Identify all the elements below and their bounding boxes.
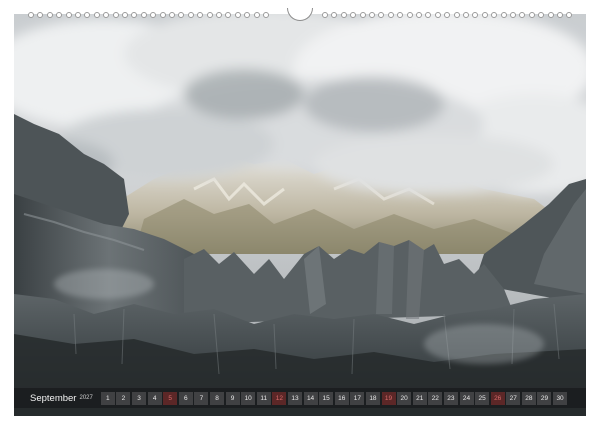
day-cell: 21 bbox=[412, 391, 427, 405]
month-label: September bbox=[30, 392, 77, 404]
day-cell: 11 bbox=[256, 391, 271, 405]
binding-hole-icon bbox=[65, 12, 72, 18]
binding-hole-icon bbox=[159, 12, 166, 18]
binding-hole-icon bbox=[510, 12, 516, 18]
day-cell: 19 bbox=[381, 391, 396, 405]
day-cell: 17 bbox=[350, 391, 365, 405]
binding-hole-icon bbox=[416, 12, 422, 18]
binding-hole-icon bbox=[187, 12, 194, 18]
day-cell: 22 bbox=[428, 391, 443, 405]
binding-hole-icon bbox=[244, 12, 251, 18]
binding-hole-icon bbox=[28, 12, 34, 18]
day-cell: 14 bbox=[303, 391, 318, 405]
calendar-strip: September 2027 1 2 3 4 5 6 7 8 9 10 11 12 13 14 15 16 17… bbox=[14, 388, 586, 408]
binding-hole-icon bbox=[472, 12, 479, 18]
binding-hole-icon bbox=[387, 12, 394, 18]
binding-hole-icon bbox=[557, 12, 563, 18]
day-cell: 10 bbox=[241, 391, 256, 405]
binding-hole-icon bbox=[56, 12, 63, 18]
day-cell: 25 bbox=[475, 391, 490, 405]
day-cell: 16 bbox=[334, 391, 349, 405]
day-cell: 20 bbox=[397, 391, 412, 405]
day-cell: 15 bbox=[319, 391, 334, 405]
binding-hole-icon bbox=[538, 12, 545, 18]
day-cell: 4 bbox=[147, 391, 162, 405]
binding-hole-icon bbox=[206, 12, 213, 18]
day-cell: 1 bbox=[100, 391, 115, 405]
binding-hole-icon bbox=[425, 12, 432, 18]
binding-hole-icon bbox=[453, 12, 460, 18]
day-cell: 2 bbox=[116, 391, 131, 405]
binding-hole-icon bbox=[131, 12, 138, 18]
day-cell: 7 bbox=[194, 391, 209, 405]
day-cell: 29 bbox=[537, 391, 552, 405]
binding-hole-icon bbox=[340, 12, 347, 18]
binding-hole-icon bbox=[122, 12, 128, 18]
mountain-landscape-image bbox=[14, 14, 586, 416]
calendar-page: September 2027 1 2 3 4 5 6 7 8 9 10 11 12 13 14 15 16 17… bbox=[0, 0, 600, 432]
binding-hole-icon bbox=[397, 12, 404, 18]
binding-hole-icon bbox=[197, 12, 204, 18]
year-label: 2027 bbox=[79, 395, 93, 401]
binding-hole-icon bbox=[140, 12, 147, 18]
day-cell: 5 bbox=[163, 391, 178, 405]
binding-hole-icon bbox=[491, 12, 498, 18]
binding-hole-icon bbox=[369, 12, 375, 18]
binding-hole-icon bbox=[406, 12, 413, 18]
day-cell: 23 bbox=[443, 391, 458, 405]
binding-hole-icon bbox=[169, 12, 175, 18]
wire-binding bbox=[0, 8, 600, 24]
binding-hole-icon bbox=[359, 12, 366, 18]
binding-hole-icon bbox=[84, 12, 91, 18]
day-cell: 8 bbox=[210, 391, 224, 405]
binding-hole-icon bbox=[37, 12, 44, 18]
day-list: 1 2 3 4 5 6 7 8 9 10 11 12 13 14 15 16 17 18 19 20 21 22 23 24 2… bbox=[100, 391, 568, 405]
binding-hole-icon bbox=[112, 12, 119, 18]
binding-hole-icon bbox=[378, 12, 385, 18]
day-cell: 13 bbox=[287, 391, 302, 405]
binding-hole-icon bbox=[225, 12, 232, 18]
binding-hole-icon bbox=[253, 12, 260, 18]
binding-hole-icon bbox=[463, 12, 469, 18]
binding-hole-icon bbox=[103, 12, 110, 18]
day-cell: 27 bbox=[506, 391, 521, 405]
hanger-hook-icon bbox=[287, 8, 313, 21]
binding-hole-icon bbox=[93, 12, 100, 18]
binding-hole-icon bbox=[519, 12, 526, 18]
binding-hole-icon bbox=[150, 12, 157, 18]
day-cell: 26 bbox=[490, 391, 505, 405]
binding-hole-icon bbox=[263, 12, 269, 18]
day-cell: 6 bbox=[178, 391, 193, 405]
day-cell: 3 bbox=[132, 391, 147, 405]
binding-hole-icon bbox=[216, 12, 222, 18]
binding-hole-icon bbox=[331, 12, 338, 18]
binding-hole-icon bbox=[500, 12, 507, 18]
day-cell: 12 bbox=[272, 391, 287, 405]
binding-hole-icon bbox=[547, 12, 554, 18]
binding-hole-icon bbox=[46, 12, 53, 18]
mountain-photo bbox=[14, 14, 586, 416]
binding-hole-icon bbox=[444, 12, 451, 18]
day-cell: 28 bbox=[521, 391, 536, 405]
day-cell: 24 bbox=[459, 391, 474, 405]
binding-hole-icon bbox=[234, 12, 241, 18]
binding-hole-icon bbox=[434, 12, 441, 18]
binding-hole-icon bbox=[75, 12, 81, 18]
binding-hole-icon bbox=[178, 12, 185, 18]
binding-hole-icon bbox=[322, 12, 328, 18]
day-cell: 30 bbox=[553, 391, 568, 405]
binding-hole-icon bbox=[566, 12, 573, 18]
binding-hole-icon bbox=[528, 12, 535, 18]
binding-hole-icon bbox=[350, 12, 357, 18]
day-cell: 9 bbox=[225, 391, 240, 405]
binding-hole-icon bbox=[481, 12, 488, 18]
day-cell: 18 bbox=[365, 391, 380, 405]
